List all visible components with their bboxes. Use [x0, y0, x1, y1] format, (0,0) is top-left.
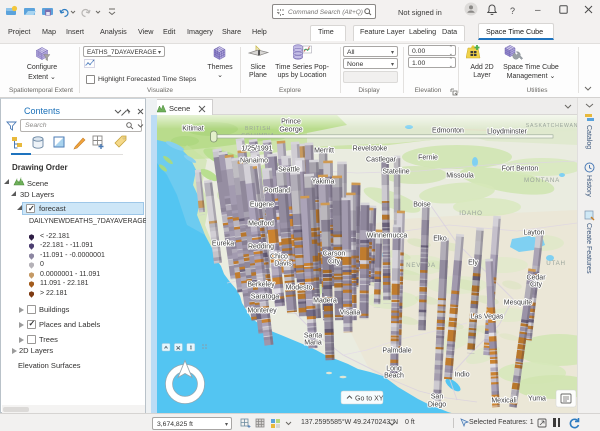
svg-text:Indio: Indio — [454, 372, 469, 379]
svg-text:Winnemucca: Winnemucca — [367, 233, 408, 240]
svg-text:Medford: Medford — [248, 221, 274, 228]
svg-text:Merritt: Merritt — [314, 148, 334, 155]
svg-text:Monterey: Monterey — [247, 308, 277, 315]
svg-text:Saratoga: Saratoga — [251, 294, 280, 301]
svg-text:SASKATCHEWAN: SASKATCHEWAN — [526, 123, 577, 129]
svg-text:Go to XY: Go to XY — [355, 396, 384, 403]
svg-text:Mesquite: Mesquite — [504, 300, 533, 307]
svg-text:Madera: Madera — [313, 298, 337, 305]
svg-text:Lloydminster: Lloydminster — [487, 129, 527, 136]
svg-text:Stateline: Stateline — [382, 169, 409, 176]
svg-text:Kitimat: Kitimat — [182, 126, 203, 133]
svg-text:Layton: Layton — [523, 230, 544, 237]
svg-text:Fernie: Fernie — [418, 155, 438, 162]
svg-text:Visalia: Visalia — [340, 310, 361, 317]
svg-text:Nanaimo: Nanaimo — [240, 158, 268, 165]
svg-text:Yuma: Yuma — [528, 396, 546, 403]
svg-text:Edmonton: Edmonton — [432, 128, 464, 135]
svg-text:Diego: Diego — [428, 402, 446, 409]
svg-text:IDAHO: IDAHO — [459, 210, 483, 217]
svg-text:Boise: Boise — [413, 202, 431, 209]
svg-text:Elko: Elko — [433, 236, 447, 243]
svg-text:Castlegar: Castlegar — [366, 157, 397, 164]
svg-text:Missoula: Missoula — [446, 173, 474, 180]
svg-text:Berkeley: Berkeley — [247, 282, 275, 289]
svg-text:Long: Long — [386, 366, 402, 373]
svg-text:Beach: Beach — [384, 373, 404, 380]
svg-text:Seattle: Seattle — [278, 167, 300, 174]
svg-text:Chico: Chico — [270, 254, 288, 261]
svg-text:Carson: Carson — [323, 251, 346, 258]
svg-text:Ely: Ely — [468, 260, 478, 267]
svg-text:San: San — [431, 394, 444, 401]
svg-text:Redding: Redding — [248, 244, 274, 251]
svg-text:BRITISH: BRITISH — [245, 126, 271, 132]
svg-text:Prince: Prince — [281, 119, 301, 126]
svg-text:MONTANA: MONTANA — [524, 177, 560, 184]
svg-text:Mexicali: Mexicali — [491, 398, 517, 405]
svg-text:UTAH: UTAH — [546, 260, 566, 267]
svg-text:City: City — [530, 282, 543, 289]
svg-text:Fort Benton: Fort Benton — [502, 166, 539, 173]
svg-text:Las Vegas: Las Vegas — [471, 314, 504, 321]
svg-text:Cedar: Cedar — [526, 275, 546, 282]
svg-text:Portland: Portland — [264, 188, 290, 195]
svg-text:Modesto: Modesto — [286, 285, 313, 292]
svg-text:Yakima: Yakima — [312, 179, 335, 186]
svg-text:Eureka: Eureka — [212, 241, 234, 248]
svg-text:Davis: Davis — [274, 261, 292, 268]
svg-text:City: City — [328, 259, 341, 266]
svg-text:George: George — [279, 127, 302, 134]
svg-text:Maria: Maria — [304, 340, 322, 347]
svg-text:Eugene: Eugene — [250, 202, 274, 209]
svg-text:1/25/1991: 1/25/1991 — [241, 146, 272, 153]
svg-text:Palmdale: Palmdale — [382, 348, 411, 355]
svg-text:Revelstoke: Revelstoke — [353, 146, 388, 153]
svg-text:Santa: Santa — [304, 333, 322, 340]
